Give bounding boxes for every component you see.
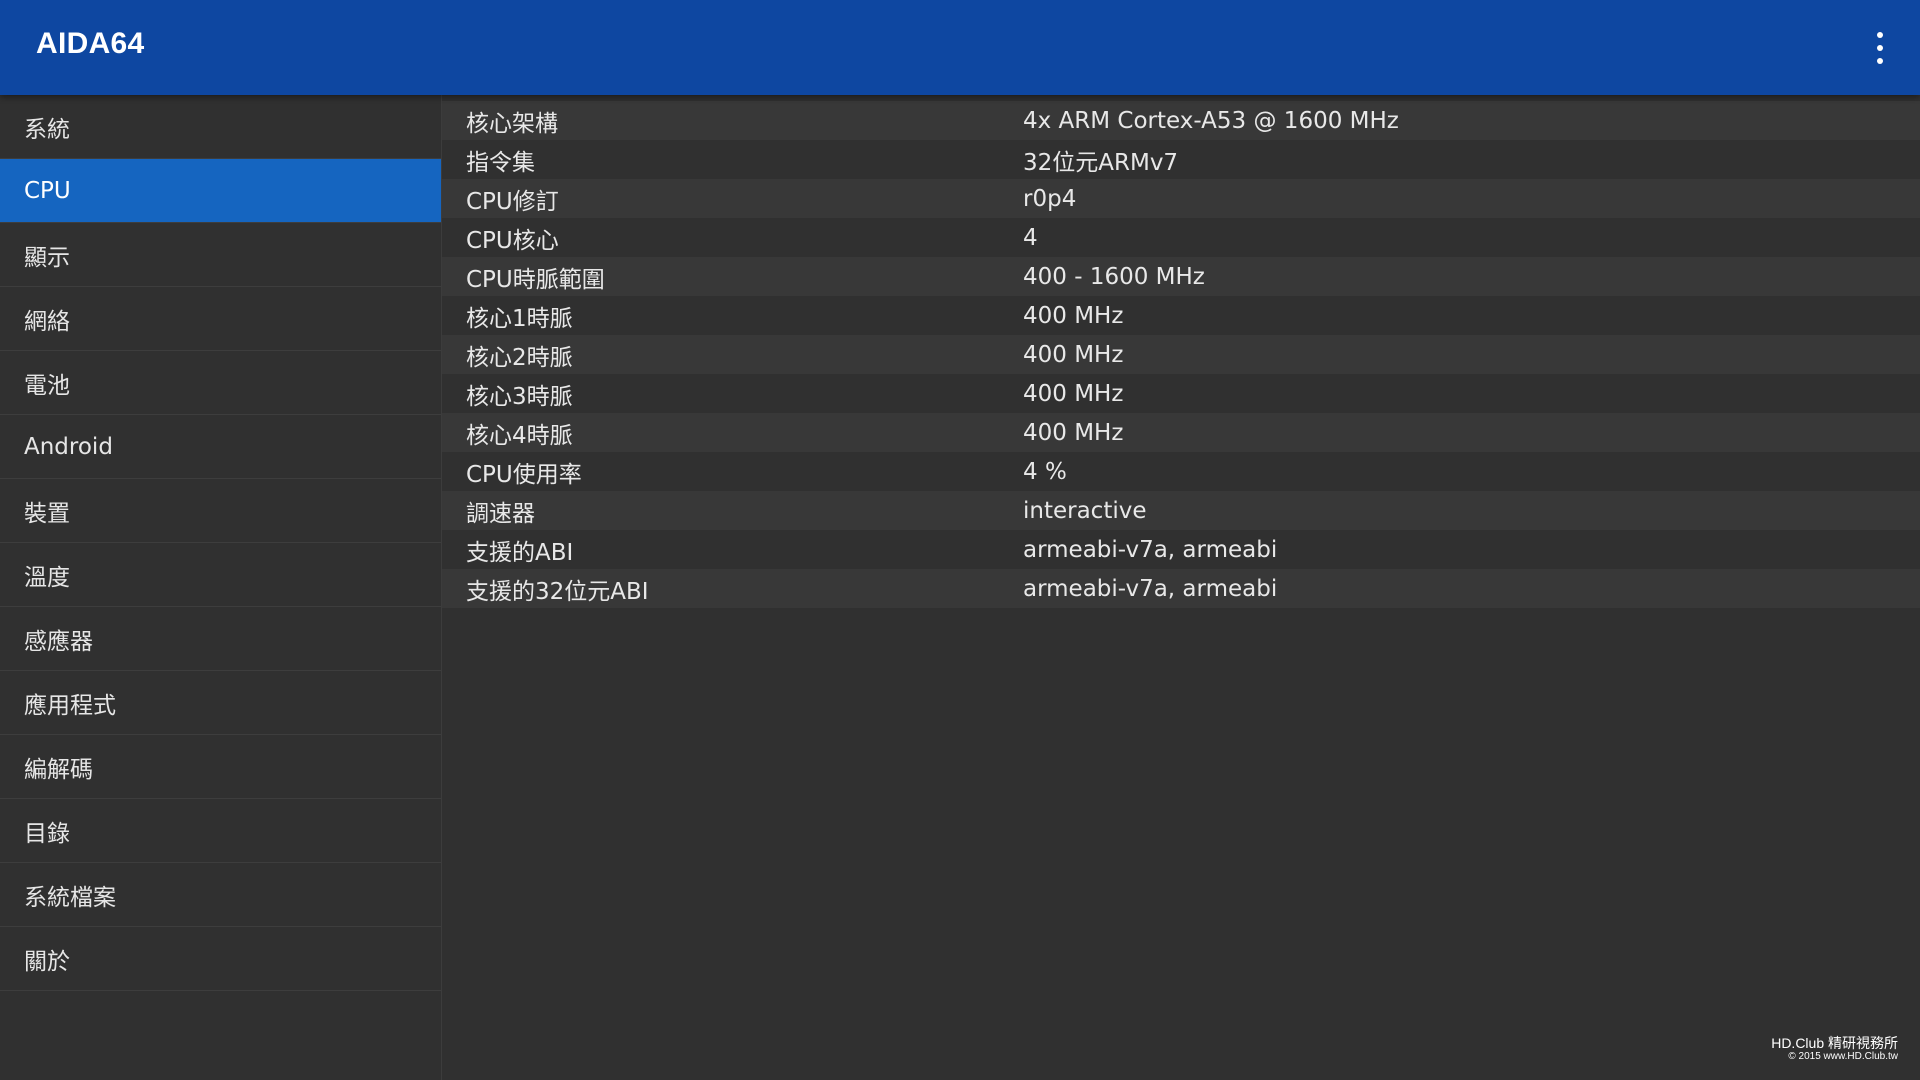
row-label: CPU修訂 [466,188,559,215]
sidebar-item-label: 裝置 [24,500,70,527]
sidebar-item-label: 編解碼 [24,756,93,783]
row-value: 400 MHz [1023,419,1124,446]
row-label: CPU核心 [466,227,559,254]
row-value: 400 MHz [1023,302,1124,329]
row-value: 4 % [1023,458,1067,485]
table-row: 核心3時脈 400 MHz [442,374,1920,413]
row-value: 4x ARM Cortex-A53 @ 1600 MHz [1023,107,1399,134]
cpu-details-table: 核心架構 4x ARM Cortex-A53 @ 1600 MHz 指令集 32位元… [442,101,1920,608]
table-row: 支援的32位元ABI armeabi-v7a, armeabi [442,569,1920,608]
app-bar: AIDA64 [0,0,1920,95]
table-row: 核心4時脈 400 MHz [442,413,1920,452]
sidebar-item-label: CPU [24,177,71,204]
table-row: 核心1時脈 400 MHz [442,296,1920,335]
sidebar-item-label: 系統檔案 [24,884,116,911]
table-row: CPU修訂 r0p4 [442,179,1920,218]
table-row: 支援的ABI armeabi-v7a, armeabi [442,530,1920,569]
row-label: 指令集 [466,149,535,176]
row-value: interactive [1023,497,1147,524]
table-row: CPU使用率 4 % [442,452,1920,491]
table-row: 指令集 32位元ARMv7 [442,140,1920,179]
sidebar-item-display[interactable]: 顯示 [0,223,441,287]
sidebar-item-label: 顯示 [24,244,70,271]
row-label: CPU使用率 [466,461,582,488]
row-label: 核心架構 [466,110,558,137]
sidebar-item-battery[interactable]: 電池 [0,351,441,415]
watermark-copyright: © 2015 www.HD.Club.tw [1788,1051,1898,1062]
sidebar-item-label: 溫度 [24,564,70,591]
sidebar-item-label: 網絡 [24,308,70,335]
sidebar-item-network[interactable]: 網絡 [0,287,441,351]
row-label: 核心3時脈 [466,383,573,410]
table-row: CPU時脈範圍 400 - 1600 MHz [442,257,1920,296]
row-value: 400 MHz [1023,380,1124,407]
row-label: 核心2時脈 [466,344,573,371]
row-value: 400 MHz [1023,341,1124,368]
watermark: HD.Club 精研視務所 © 2015 www.HD.Club.tw [1771,1034,1898,1062]
table-row: 核心2時脈 400 MHz [442,335,1920,374]
row-label: 支援的ABI [466,539,574,566]
sidebar-item-android[interactable]: Android [0,415,441,479]
row-value: armeabi-v7a, armeabi [1023,575,1278,602]
menu-dot [1877,32,1883,38]
sidebar-item-sensors[interactable]: 感應器 [0,607,441,671]
sidebar-item-thermal[interactable]: 溫度 [0,543,441,607]
sidebar-item-label: 系統 [24,116,70,143]
sidebar-item-label: 應用程式 [24,692,116,719]
sidebar-item-devices[interactable]: 裝置 [0,479,441,543]
row-label: 核心4時脈 [466,422,573,449]
sidebar-item-apps[interactable]: 應用程式 [0,671,441,735]
sidebar-item-system-files[interactable]: 系統檔案 [0,863,441,927]
menu-dot [1877,58,1883,64]
table-row: CPU核心 4 [442,218,1920,257]
sidebar-item-directories[interactable]: 目錄 [0,799,441,863]
row-value: r0p4 [1023,185,1077,212]
table-row: 調速器 interactive [442,491,1920,530]
sidebar-item-about[interactable]: 關於 [0,927,441,991]
row-label: 支援的32位元ABI [466,578,649,605]
row-label: CPU時脈範圍 [466,266,605,293]
row-value: 32位元ARMv7 [1023,149,1179,176]
app-title: AIDA64 [36,27,145,60]
row-value: 4 [1023,224,1038,251]
sidebar-item-codecs[interactable]: 編解碼 [0,735,441,799]
row-label: 核心1時脈 [466,305,573,332]
row-label: 調速器 [466,500,535,527]
sidebar: 系統 CPU 顯示 網絡 電池 Android 裝置 溫度 感應器 應用程式 編… [0,95,442,1080]
sidebar-item-label: Android [24,433,113,460]
table-row: 核心架構 4x ARM Cortex-A53 @ 1600 MHz [442,101,1920,140]
sidebar-item-cpu[interactable]: CPU [0,159,441,223]
row-value: 400 - 1600 MHz [1023,263,1205,290]
menu-dot [1877,45,1883,51]
watermark-brand: HD.Club 精研視務所 [1771,1034,1898,1051]
sidebar-item-system[interactable]: 系統 [0,95,441,159]
sidebar-item-label: 目錄 [24,820,70,847]
sidebar-item-label: 電池 [24,372,70,399]
more-vert-icon[interactable] [1868,28,1892,68]
app-window: AIDA64 系統 CPU 顯示 網絡 電池 Android 裝置 溫度 感應器… [0,0,1920,1080]
sidebar-item-label: 關於 [24,948,70,975]
row-value: armeabi-v7a, armeabi [1023,536,1278,563]
sidebar-item-label: 感應器 [24,628,93,655]
